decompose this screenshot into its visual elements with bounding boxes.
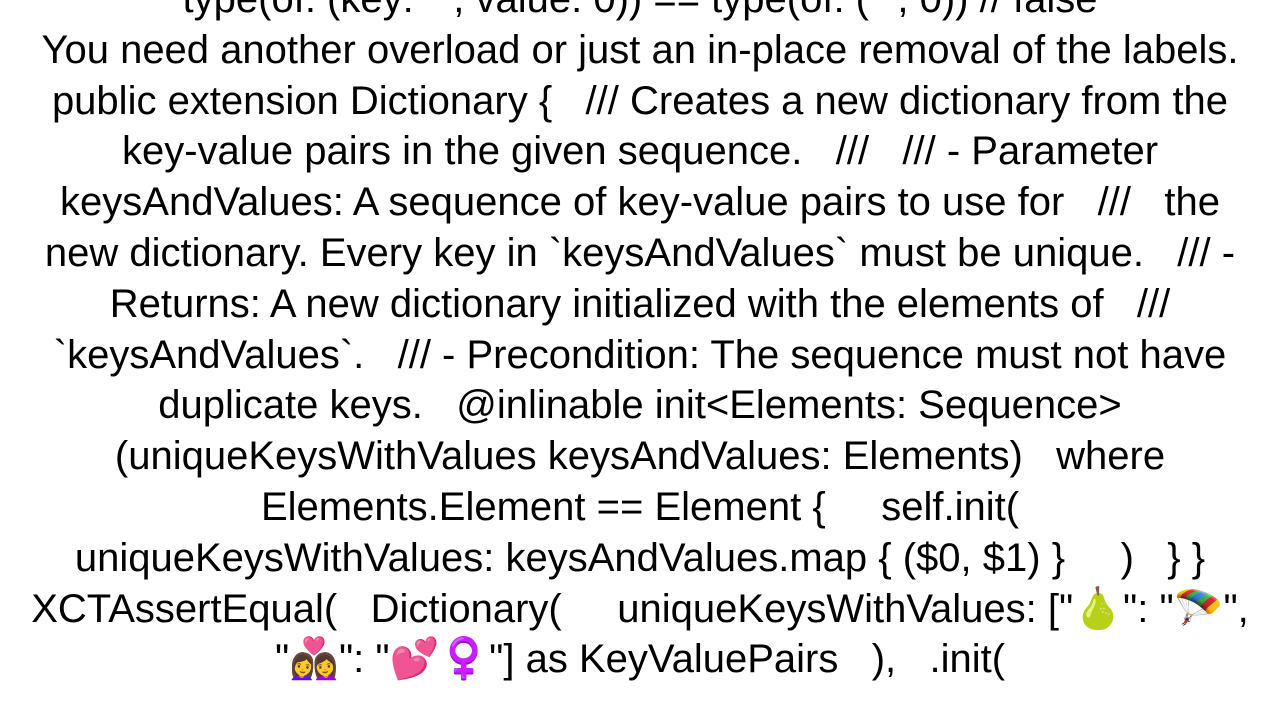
document-viewport: type(of: (key: "", value: 0)) == type(of…	[0, 0, 1280, 720]
document-body-text: type(of: (key: "", value: 0)) == type(of…	[20, 0, 1260, 685]
